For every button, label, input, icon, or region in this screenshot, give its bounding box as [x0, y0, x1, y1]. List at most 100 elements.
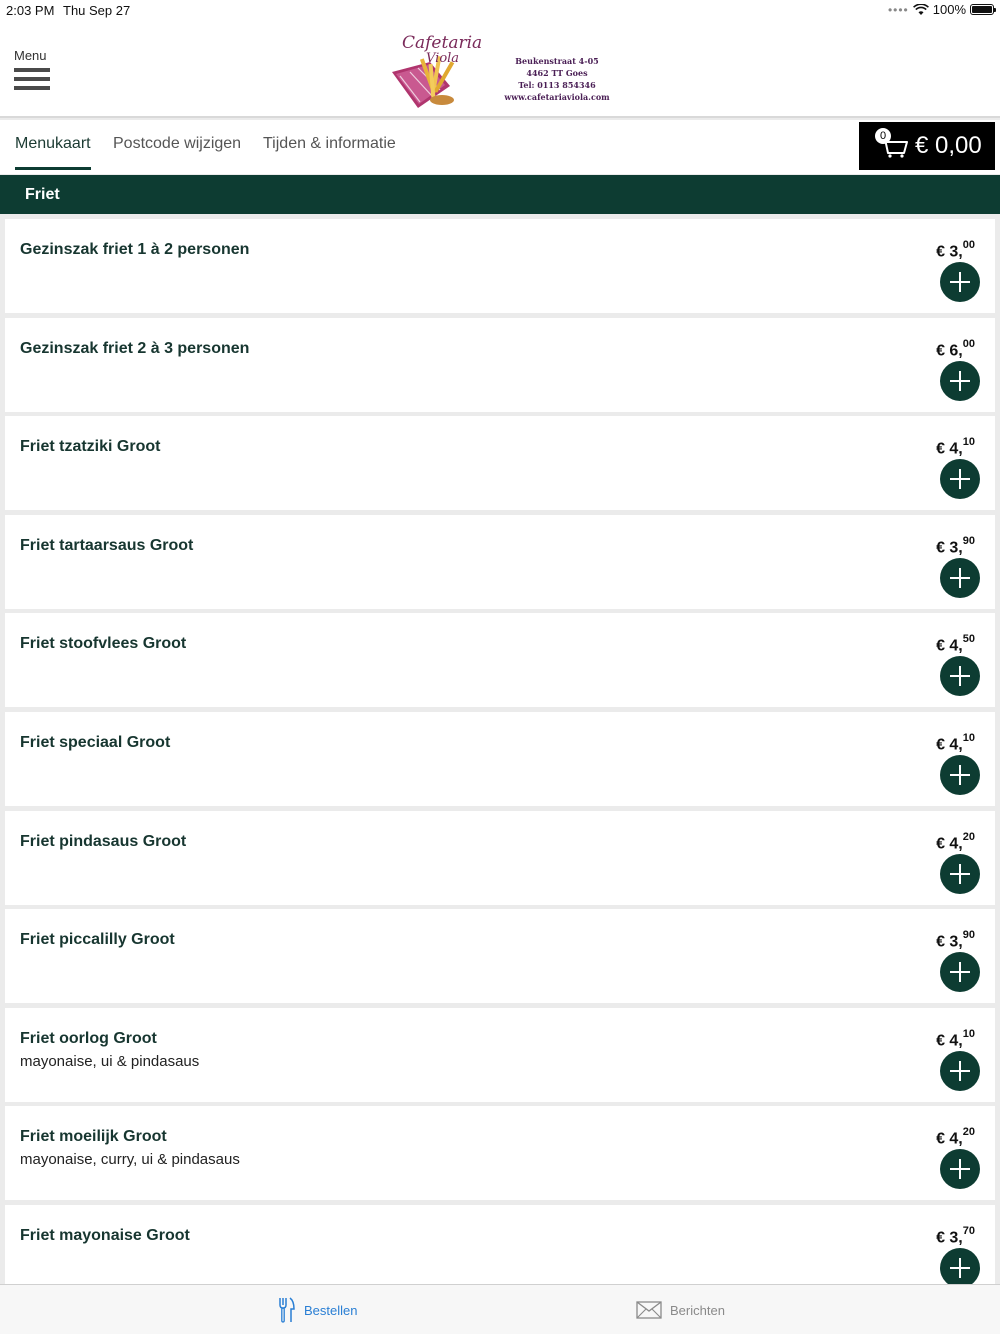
product-price: € 4,20 [936, 1126, 975, 1148]
price-cents: 10 [962, 1028, 975, 1040]
add-to-cart-button[interactable] [940, 1051, 980, 1091]
product-card[interactable]: Friet stoofvlees Groot € 4,50 [5, 613, 995, 707]
menu-button[interactable]: Menu [14, 48, 54, 98]
product-description: mayonaise, ui & pindasaus [20, 1053, 200, 1070]
status-bar: 2:03 PM Thu Sep 27 •••• 100% [0, 0, 1000, 22]
price-main: € 4, [936, 1032, 963, 1050]
logo-address-1: Beukenstraat 4-05 [515, 56, 598, 66]
bottom-tab-bar: Bestellen Berichten [0, 1284, 1000, 1334]
product-card[interactable]: Friet moeilijk Groot mayonaise, curry, u… [5, 1106, 995, 1200]
product-name: Friet mayonaise Groot [20, 1227, 190, 1244]
tab-berichten[interactable]: Berichten [636, 1295, 725, 1325]
product-price: € 4,50 [936, 633, 975, 655]
product-card[interactable]: Friet tzatziki Groot € 4,10 [5, 416, 995, 510]
price-main: € 3, [936, 243, 963, 261]
product-price: € 6,00 [936, 338, 975, 360]
price-cents: 20 [962, 1126, 975, 1138]
price-main: € 3, [936, 933, 963, 951]
product-price: € 4,10 [936, 732, 975, 754]
logo-title: Cafetaria [402, 33, 482, 53]
add-to-cart-button[interactable] [940, 558, 980, 598]
add-to-cart-button[interactable] [940, 952, 980, 992]
fork-knife-icon [279, 1297, 295, 1323]
price-cents: 50 [962, 633, 975, 645]
price-cents: 10 [962, 436, 975, 448]
tab-tijden-informatie[interactable]: Tijden & informatie [263, 120, 396, 170]
cart-count-badge: 0 [875, 128, 891, 144]
add-to-cart-button[interactable] [940, 656, 980, 696]
product-list: Gezinszak friet 1 à 2 personen € 3,00 Ge… [0, 214, 1000, 1284]
product-card[interactable]: Friet oorlog Groot mayonaise, ui & pinda… [5, 1008, 995, 1102]
logo-subtitle: Viola [426, 51, 459, 66]
tab-bestellen-label: Bestellen [304, 1302, 358, 1318]
price-main: € 4, [936, 1130, 963, 1148]
cart-total: € 0,00 [915, 132, 982, 159]
logo-address-2: 4462 TT Goes [526, 68, 588, 78]
product-card[interactable]: Friet pindasaus Groot € 4,20 [5, 811, 995, 905]
logo-website: www.cafetariaviola.com [503, 92, 610, 102]
price-cents: 90 [962, 929, 975, 941]
product-price: € 3,70 [936, 1225, 975, 1247]
add-to-cart-button[interactable] [940, 361, 980, 401]
price-main: € 3, [936, 1229, 963, 1247]
battery-icon [970, 4, 996, 15]
product-card[interactable]: Friet tartaarsaus Groot € 3,90 [5, 515, 995, 609]
product-name: Gezinszak friet 2 à 3 personen [20, 340, 250, 357]
price-main: € 4, [936, 835, 963, 853]
battery-percent: 100% [932, 2, 966, 17]
cart-button[interactable]: 0 € 0,00 [859, 122, 995, 170]
price-main: € 3, [936, 539, 963, 557]
menu-label: Menu [14, 48, 47, 63]
product-name: Friet stoofvlees Groot [20, 635, 187, 652]
tab-berichten-label: Berichten [670, 1302, 725, 1318]
hamburger-icon-bar [14, 77, 50, 81]
product-price: € 4,10 [936, 1028, 975, 1050]
wifi-icon [912, 3, 929, 15]
product-name: Friet piccalilly Groot [20, 931, 175, 948]
signal-dots-icon: •••• [887, 2, 909, 17]
add-to-cart-button[interactable] [940, 755, 980, 795]
product-card[interactable]: Friet speciaal Groot € 4,10 [5, 712, 995, 806]
product-description: mayonaise, curry, ui & pindasaus [20, 1151, 240, 1168]
product-card[interactable]: Gezinszak friet 1 à 2 personen € 3,00 [5, 219, 995, 313]
tab-menukaart[interactable]: Menukaart [15, 120, 91, 170]
logo-phone: Tel: 0113 854346 [518, 80, 596, 90]
add-to-cart-button[interactable] [940, 1149, 980, 1189]
app-header: Menu Cafetaria Viola Beukenstraat 4-05 4… [0, 22, 1000, 118]
product-price: € 4,10 [936, 436, 975, 458]
product-name: Friet moeilijk Groot [20, 1128, 167, 1145]
product-name: Gezinszak friet 1 à 2 personen [20, 241, 250, 258]
add-to-cart-button[interactable] [940, 854, 980, 894]
product-card[interactable]: Gezinszak friet 2 à 3 personen € 6,00 [5, 318, 995, 412]
top-tab-bar: Menukaart Postcode wijzigen Tijden & inf… [0, 120, 1000, 174]
tab-bestellen[interactable]: Bestellen [278, 1295, 357, 1325]
product-name: Friet speciaal Groot [20, 734, 171, 751]
product-price: € 3,00 [936, 239, 975, 261]
product-price: € 3,90 [936, 535, 975, 557]
price-main: € 4, [936, 637, 963, 655]
status-date: Thu Sep 27 [63, 3, 131, 18]
status-time: 2:03 PM [6, 3, 55, 18]
status-right: •••• 100% [887, 2, 996, 17]
price-cents: 10 [962, 732, 975, 744]
price-cents: 00 [962, 239, 975, 251]
add-to-cart-button[interactable] [940, 459, 980, 499]
price-cents: 90 [962, 535, 975, 547]
price-main: € 6, [936, 342, 963, 360]
add-to-cart-button[interactable] [940, 262, 980, 302]
add-to-cart-button[interactable] [940, 1248, 980, 1284]
product-price: € 4,20 [936, 831, 975, 853]
price-main: € 4, [936, 736, 963, 754]
category-header: Friet [0, 175, 1000, 214]
product-card[interactable]: Friet piccalilly Groot € 3,90 [5, 909, 995, 1003]
tab-postcode-wijzigen[interactable]: Postcode wijzigen [113, 120, 241, 170]
hamburger-icon [14, 68, 50, 72]
product-card[interactable]: Friet mayonaise Groot € 3,70 [5, 1205, 995, 1284]
product-name: Friet tzatziki Groot [20, 438, 161, 455]
envelope-icon [636, 1301, 662, 1319]
price-cents: 00 [962, 338, 975, 350]
cafetaria-viola-logo: Cafetaria Viola Beukenstraat 4-05 4462 T… [392, 33, 610, 108]
price-cents: 20 [962, 831, 975, 843]
product-name: Friet oorlog Groot [20, 1030, 157, 1047]
product-price: € 3,90 [936, 929, 975, 951]
